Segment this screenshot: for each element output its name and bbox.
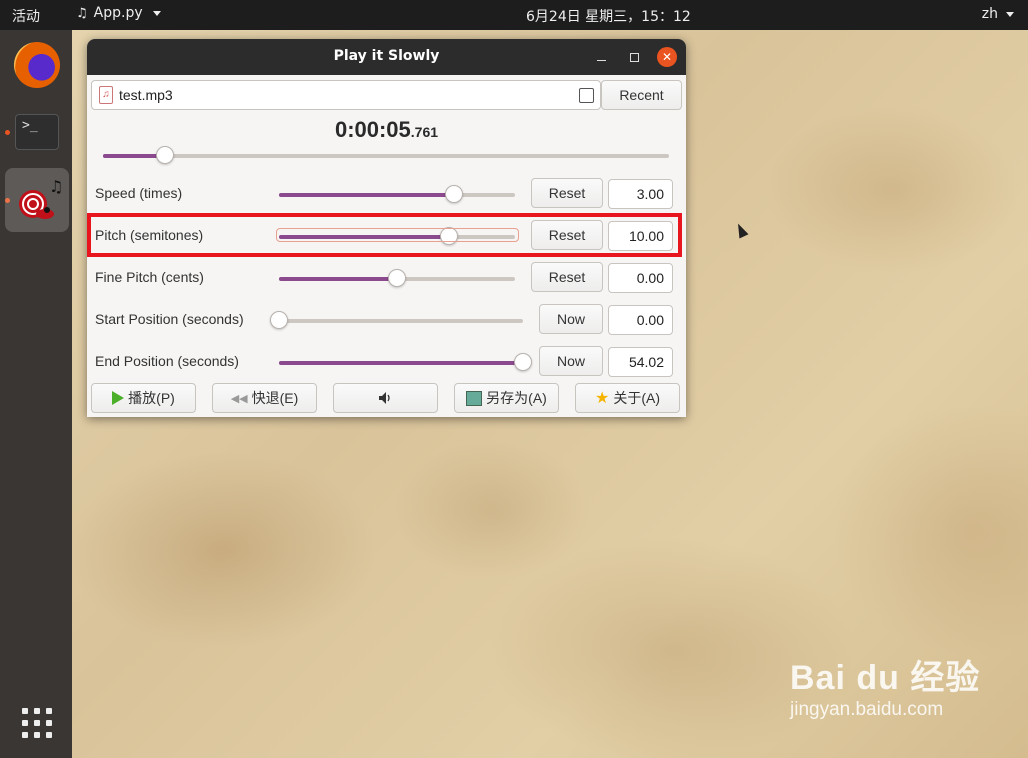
save-icon [466, 390, 483, 406]
time-ms: .761 [410, 124, 439, 140]
pitch-row-highlight [87, 213, 682, 257]
chevron-down-icon [152, 10, 161, 16]
end-position-label: End Position (seconds) [95, 353, 239, 369]
language-indicator[interactable]: zh [982, 6, 1014, 22]
start-position-label: Start Position (seconds) [95, 311, 244, 327]
end-position-slider[interactable] [279, 353, 532, 371]
top-bar: 活动 ♫ App.py 6月24日 星期三，15：12 zh [0, 0, 1028, 30]
speed-label: Speed (times) [95, 185, 183, 201]
app-menu-icon: ♫ [76, 5, 88, 21]
fine-pitch-slider-fill [279, 277, 397, 281]
firefox-icon [14, 42, 60, 88]
play-button[interactable]: 播放(P) [91, 383, 196, 413]
dock-item-play-it-slowly[interactable]: ♫ [5, 168, 69, 232]
watermark-url: jingyan.baidu.com [790, 699, 944, 720]
position-slider[interactable] [103, 146, 669, 164]
fine-pitch-slider-knob[interactable] [388, 269, 406, 287]
end-position-now-button[interactable]: Now [539, 346, 603, 376]
position-slider-knob[interactable] [156, 146, 175, 164]
app-menu-label: App.py [93, 5, 143, 21]
file-chooser[interactable]: ♫ test.mp3 [91, 80, 601, 110]
time-main: 0:00:05 [334, 117, 411, 142]
dock-item-firefox[interactable] [5, 33, 69, 97]
fine-pitch-label: Fine Pitch (cents) [95, 269, 204, 285]
close-button[interactable]: ✕ [657, 47, 677, 67]
app-menu[interactable]: ♫ App.py [76, 5, 161, 21]
dock: >_ ♫ [0, 30, 72, 758]
watermark-brand: Bai du 经验 [790, 659, 981, 697]
play-icon [112, 391, 125, 405]
language-label: zh [981, 6, 998, 22]
dock-item-terminal[interactable]: >_ [5, 100, 69, 164]
end-position-value[interactable]: 54.02 [608, 347, 673, 377]
file-name: test.mp3 [119, 87, 173, 103]
activities-button[interactable]: 活动 [12, 6, 40, 26]
rewind-button[interactable]: ◀◀ 快退(E) [212, 383, 317, 413]
title-bar[interactable]: Play it Slowly ✕ [87, 39, 686, 75]
speaker-icon [378, 392, 390, 404]
show-apps-icon[interactable] [22, 708, 52, 738]
clock[interactable]: 6月24日 星期三，15：12 [526, 6, 691, 26]
open-file-icon[interactable] [579, 88, 594, 103]
rewind-icon: ◀◀ [230, 392, 248, 405]
start-position-slider-knob[interactable] [270, 311, 288, 329]
time-display: 0:00:05.761 [87, 117, 686, 143]
speed-slider-fill [279, 193, 454, 197]
chevron-down-icon [1006, 11, 1014, 17]
about-button-label: 关于(A) [613, 390, 660, 406]
save-as-button-label: 另存为(A) [486, 390, 547, 406]
rewind-button-label: 快退(E) [251, 390, 299, 406]
recent-button[interactable]: Recent [601, 80, 682, 110]
speed-slider-knob[interactable] [444, 185, 463, 203]
save-as-button[interactable]: 另存为(A) [454, 383, 559, 413]
audio-file-icon: ♫ [99, 86, 113, 104]
start-position-value[interactable]: 0.00 [608, 305, 673, 335]
minimize-button[interactable] [591, 47, 611, 67]
fine-pitch-reset-button[interactable]: Reset [531, 262, 603, 292]
about-button[interactable]: ★ 关于(A) [575, 383, 680, 413]
speed-slider[interactable] [279, 185, 515, 203]
terminal-icon: >_ [15, 114, 59, 150]
speed-value[interactable]: 3.00 [608, 179, 673, 209]
snail-icon: ♫ [19, 177, 63, 219]
start-position-slider[interactable] [270, 311, 523, 329]
maximize-button[interactable] [624, 47, 644, 67]
end-position-slider-knob[interactable] [514, 353, 532, 371]
speed-reset-button[interactable]: Reset [531, 178, 603, 208]
volume-button[interactable] [333, 383, 438, 413]
play-button-label: 播放(P) [128, 390, 175, 406]
svg-text:♫: ♫ [49, 177, 63, 196]
baidu-watermark: Bai du 经验 jingyan.baidu.com [790, 650, 980, 721]
fine-pitch-slider[interactable] [279, 269, 515, 287]
end-position-slider-fill [279, 361, 523, 365]
fine-pitch-value[interactable]: 0.00 [608, 263, 673, 293]
star-icon: ★ [594, 390, 610, 407]
start-position-now-button[interactable]: Now [539, 304, 603, 334]
